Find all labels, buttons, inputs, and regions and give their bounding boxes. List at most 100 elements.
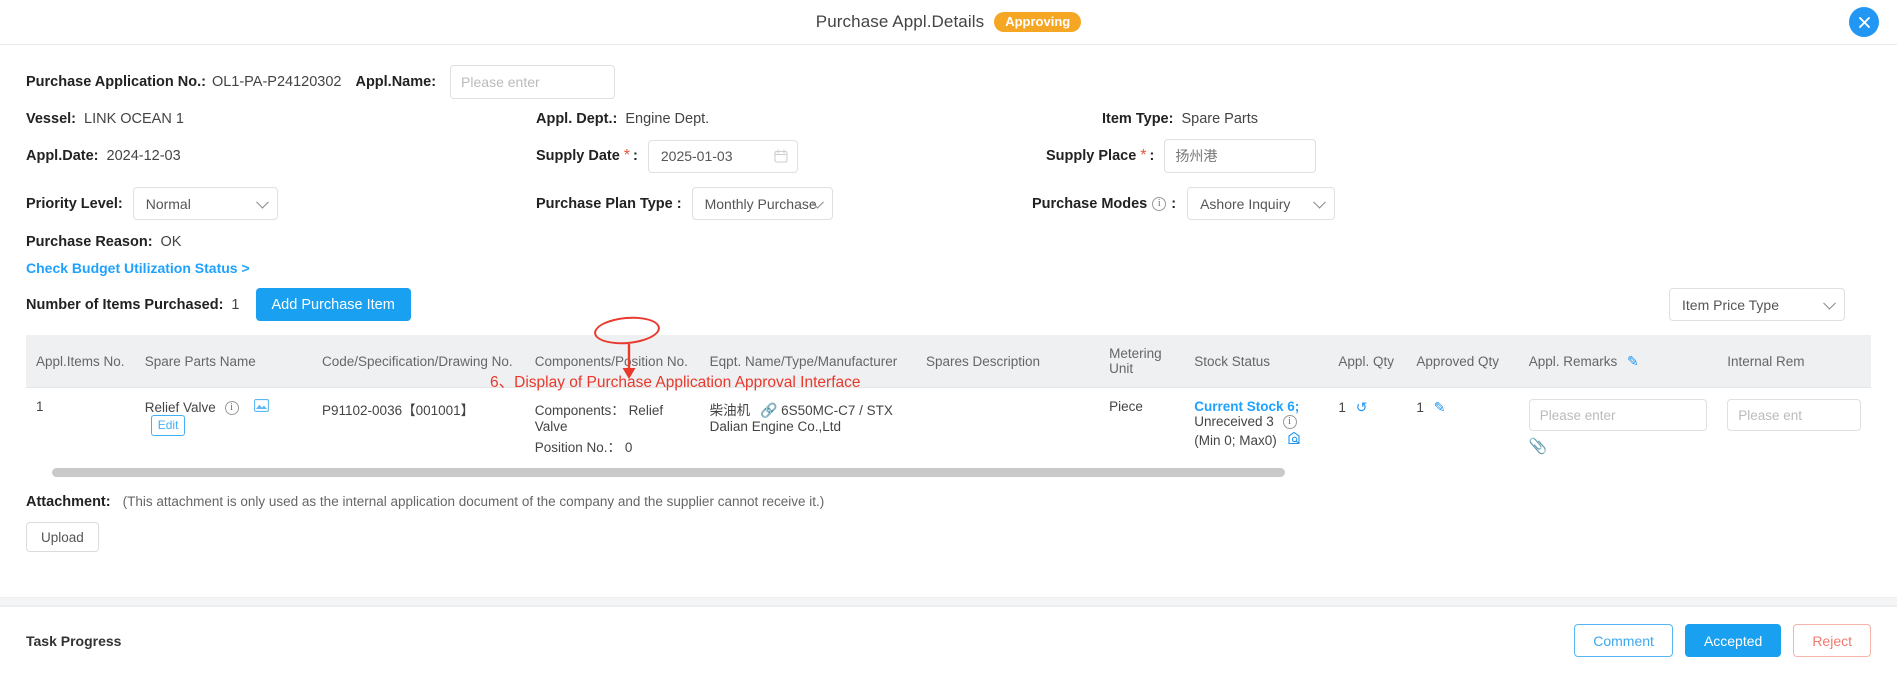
chevron-down-icon — [1313, 195, 1326, 209]
plan-type-select[interactable]: Monthly Purchase — [691, 187, 833, 220]
appl-name-input[interactable] — [450, 65, 616, 99]
history-icon[interactable]: ↺ — [1356, 399, 1368, 415]
chevron-down-icon — [1823, 296, 1836, 310]
col-spare-parts-name: Spare Parts Name — [134, 335, 313, 388]
col-appl-remarks-label: Appl. Remarks — [1528, 353, 1618, 369]
col-internal-remarks: Internal Rem — [1717, 335, 1871, 388]
footer-actions: Comment Accepted Reject — [1574, 624, 1871, 657]
cell-components-position: Components： Relief Valve Position No.： 0 — [524, 387, 700, 467]
purchase-modes-label: Purchase Modes — [1032, 195, 1148, 212]
col-eqpt-name-type: Eqpt. Name/Type/Manufacturer — [699, 335, 916, 388]
upload-button[interactable]: Upload — [26, 522, 99, 552]
vessel-field: Vessel: LINK OCEAN 1 — [26, 111, 536, 127]
edit-button[interactable]: Edit — [150, 415, 186, 437]
position-no-label: Position No.： — [534, 440, 622, 455]
appl-remarks-input[interactable] — [1528, 399, 1708, 431]
supply-date-field: Supply Date * : 2025-01-03 — [536, 139, 1016, 173]
batch-edit-icon[interactable]: ✎ — [1627, 353, 1639, 369]
vessel-label: Vessel: — [26, 111, 76, 127]
page-title: Purchase Appl.Details — [815, 12, 985, 31]
cell-metering-unit: Piece — [1099, 387, 1185, 467]
scrollbar-thumb[interactable] — [52, 468, 1285, 477]
calendar-icon — [774, 148, 788, 166]
info-icon[interactable]: i — [224, 401, 239, 416]
dialog-titlebar: Purchase Appl.Details Approving — [0, 0, 1897, 45]
supply-date-required-mark: * — [623, 147, 631, 164]
appl-no-row: Purchase Application No.: OL1-PA-P241203… — [26, 45, 1871, 99]
supply-place-input[interactable] — [1164, 139, 1317, 173]
col-appl-items-no: Appl.Items No. — [26, 335, 135, 388]
spare-parts-name-text: Relief Valve — [144, 400, 216, 415]
cell-spare-parts-name: Relief Valve i Edit — [134, 387, 313, 467]
stock-unreceived-text: Unreceived 3 — [1194, 414, 1274, 429]
col-code-spec-drawing: Code/Specification/Drawing No. — [312, 335, 525, 388]
link-icon[interactable]: 🔗 — [760, 402, 777, 418]
appl-dept-label: Appl. Dept.: — [536, 111, 618, 127]
image-icon[interactable] — [254, 399, 270, 415]
col-approved-qty: Approved Qty — [1406, 335, 1519, 388]
close-icon[interactable] — [1849, 7, 1879, 37]
plan-type-label: Purchase Plan Type : — [536, 195, 682, 212]
comment-button[interactable]: Comment — [1574, 624, 1673, 657]
col-stock-status: Stock Status — [1184, 335, 1329, 388]
attachment-section: Attachment: (This attachment is only use… — [0, 494, 1897, 552]
col-spares-description: Spares Description — [915, 335, 1100, 388]
purchase-reason-value: OK — [160, 234, 182, 250]
footer-divider — [0, 597, 1897, 606]
status-badge: Approving — [994, 12, 1082, 32]
appl-date-label: Appl.Date: — [26, 148, 99, 164]
supply-date-label: Supply Date — [536, 148, 620, 164]
accepted-button[interactable]: Accepted — [1684, 624, 1782, 657]
plan-type-select-value: Monthly Purchase — [704, 195, 817, 212]
supply-date-colon: : — [633, 148, 638, 164]
purchase-application-detail-dialog: Purchase Appl.Details Approving Purchase… — [0, 0, 1897, 674]
priority-field: Priority Level: Normal — [26, 187, 536, 220]
cell-appl-items-no: 1 — [26, 387, 135, 467]
items-purchased-label: Number of Items Purchased: — [26, 296, 224, 313]
check-budget-utilization-link[interactable]: Check Budget Utilization Status > — [26, 260, 250, 276]
add-purchase-item-button[interactable]: Add Purchase Item — [255, 288, 411, 321]
table-header-row: Appl.Items No. Spare Parts Name Code/Spe… — [26, 335, 1871, 388]
info-icon[interactable]: i — [1152, 196, 1167, 211]
appl-qty-value: 1 — [1338, 400, 1346, 415]
purchase-modes-colon: : — [1171, 195, 1177, 212]
supply-place-colon: : — [1149, 148, 1155, 164]
col-components-position: Components/Position No. — [524, 335, 700, 388]
priority-select[interactable]: Normal — [132, 187, 278, 220]
plan-type-field: Purchase Plan Type : Monthly Purchase — [536, 187, 1016, 220]
col-appl-remarks: Appl. Remarks ✎ — [1518, 335, 1718, 388]
info-icon[interactable]: i — [1282, 415, 1297, 430]
priority-select-value: Normal — [145, 195, 191, 212]
appl-dept-value: Engine Dept. — [625, 111, 710, 127]
item-type-field: Item Type: Spare Parts — [1016, 111, 1871, 127]
approved-qty-value: 1 — [1416, 400, 1424, 415]
supply-place-label: Supply Place — [1046, 148, 1137, 164]
stock-search-icon[interactable] — [1287, 432, 1301, 448]
supply-place-field: Supply Place * : — [1016, 139, 1871, 173]
task-progress-label: Task Progress — [26, 632, 122, 649]
dialog-footer: Task Progress Comment Accepted Reject — [0, 606, 1897, 674]
cell-code-spec-drawing: P91102-0036【001001】 — [312, 387, 525, 467]
edit-pencil-icon[interactable]: ✎ — [1434, 399, 1446, 415]
appl-date-field: Appl.Date: 2024-12-03 — [26, 139, 536, 173]
attachment-clip-icon[interactable]: 📎 — [1529, 437, 1548, 455]
appl-no-label: Purchase Application No.: — [26, 74, 206, 90]
cell-stock-status: Current Stock 6; Unreceived 3 i (Min 0; … — [1184, 387, 1329, 467]
info-row-3: Priority Level: Normal Purchase Plan Typ… — [26, 187, 1871, 220]
vessel-value: LINK OCEAN 1 — [84, 111, 184, 127]
table-horizontal-scrollbar[interactable] — [26, 467, 1871, 478]
attachment-note: (This attachment is only used as the int… — [122, 494, 825, 509]
purchase-modes-select[interactable]: Ashore Inquiry — [1187, 187, 1336, 220]
internal-remarks-input[interactable] — [1727, 399, 1861, 431]
attachment-row: Attachment: (This attachment is only use… — [26, 494, 1871, 510]
position-no-value: 0 — [624, 440, 633, 455]
purchase-modes-field: Purchase Modes i : Ashore Inquiry — [1016, 187, 1871, 220]
cell-approved-qty: 1 ✎ — [1406, 387, 1519, 467]
reject-button[interactable]: Reject — [1793, 624, 1871, 657]
items-purchased-count: 1 — [231, 296, 240, 313]
cell-spares-description — [915, 387, 1100, 467]
item-type-label: Item Type: — [1102, 111, 1174, 127]
cell-eqpt-name-type: 柴油机 🔗 6S50MC-C7 / STX Dalian Engine Co.,… — [699, 387, 916, 467]
supply-date-input[interactable]: 2025-01-03 — [647, 139, 798, 173]
item-price-type-select[interactable]: Item Price Type — [1669, 288, 1845, 321]
